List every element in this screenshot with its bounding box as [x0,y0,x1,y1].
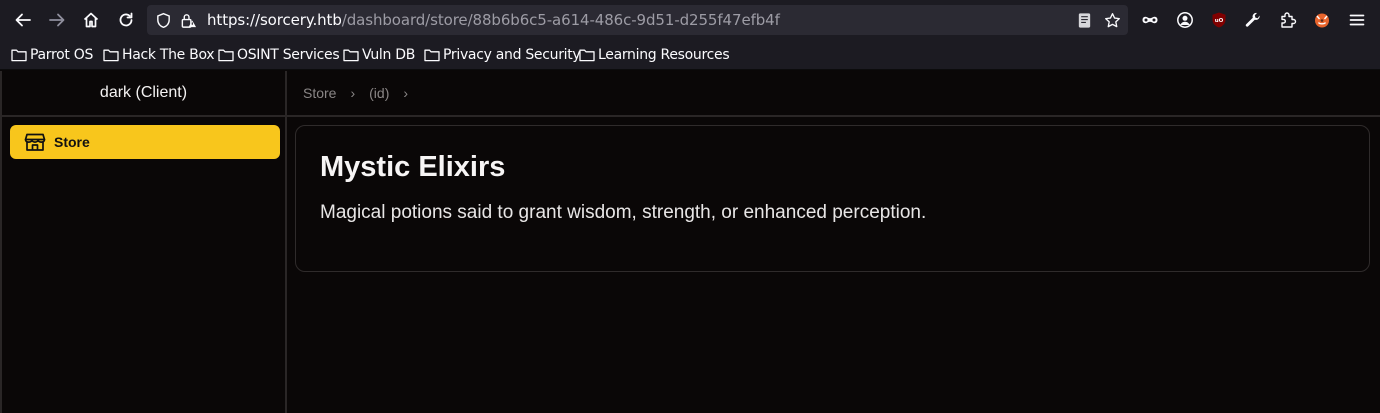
app-menu-button[interactable] [1343,6,1371,34]
bookmark-learning-resources[interactable]: Learning Resources [579,45,730,65]
ublock-icon: uO [1212,12,1226,28]
breadcrumb: Store › (id) › [287,71,1380,117]
url-path: /dashboard/store/88b6b6c5-a614-486c-9d51… [341,11,780,29]
bookmark-parrot-os[interactable]: Parrot OS [11,45,93,65]
sidebar-item-store[interactable]: Store [10,125,280,159]
folder-icon [218,49,234,62]
bookmark-privacy-and-security[interactable]: Privacy and Security [424,45,581,65]
breadcrumb-item-store[interactable]: Store [303,85,336,101]
wrench-icon [1245,12,1260,27]
folder-icon [343,49,359,62]
svg-text:uO: uO [1215,18,1224,24]
page-content: dark (Client) Store Store › (id) › Mysti… [0,71,1380,413]
private-mask-button[interactable] [1136,6,1164,34]
reload-button[interactable] [112,6,140,34]
account-button[interactable] [1171,6,1199,34]
store-description: Magical potions said to grant wisdom, st… [320,202,927,223]
account-icon [1177,12,1193,28]
fox-icon [1315,13,1329,28]
folder-icon [11,49,27,62]
bookmark-label: Privacy and Security [443,47,581,63]
folder-icon [103,49,119,62]
address-bar[interactable]: https://sorcery.htb/dashboard/store/88b6… [147,5,1128,35]
bookmark-osint-services[interactable]: OSINT Services [218,45,340,65]
home-icon [83,12,99,28]
sidebar-item-label: Store [54,134,90,150]
browser-toolbar: https://sorcery.htb/dashboard/store/88b6… [0,0,1380,40]
bookmark-label: Parrot OS [30,47,94,63]
reload-icon [119,12,133,27]
url-text[interactable]: https://sorcery.htb/dashboard/store/88b6… [207,11,780,29]
sidebar-header: dark (Client) [2,71,285,117]
forward-button[interactable] [43,6,71,34]
extensions-button[interactable] [1274,6,1302,34]
store-title: Mystic Elixirs [320,151,506,183]
lock-warning-icon[interactable] [179,11,197,29]
chevron-right-icon: › [350,85,356,101]
bookmark-label: Vuln DB [362,47,415,63]
foxyproxy-extension-button[interactable] [1308,6,1336,34]
home-button[interactable] [77,6,105,34]
bookmark-label: Learning Resources [598,47,730,63]
url-host: https://sorcery.htb [207,11,342,29]
reader-view-icon[interactable] [1075,11,1093,29]
sidebar-title: dark (Client) [99,84,188,101]
back-button[interactable] [9,6,37,34]
puzzle-icon [1281,12,1297,28]
bookmark-label: Hack The Box [122,47,215,63]
ublock-extension-button[interactable]: uO [1205,6,1233,34]
forward-arrow-icon [49,13,65,27]
bookmarks-toolbar: Parrot OS Hack The Box OSINT Services Vu… [0,40,1380,70]
folder-icon [424,49,440,62]
breadcrumb-item-id[interactable]: (id) [369,85,389,101]
mask-icon [1142,16,1158,24]
store-card: Mystic Elixirs Magical potions said to g… [295,125,1370,272]
bookmark-hack-the-box[interactable]: Hack The Box [103,45,215,65]
tools-button[interactable] [1239,6,1267,34]
bookmark-label: OSINT Services [237,47,340,63]
back-arrow-icon [15,13,31,27]
bookmark-star-icon[interactable] [1103,11,1121,29]
store-icon [24,133,46,151]
sidebar: dark (Client) Store [0,71,287,413]
bookmark-vuln-db[interactable]: Vuln DB [343,45,415,65]
chevron-right-icon: › [403,85,409,101]
hamburger-menu-icon [1349,14,1365,26]
folder-icon [579,49,595,62]
shield-icon[interactable] [154,11,172,29]
